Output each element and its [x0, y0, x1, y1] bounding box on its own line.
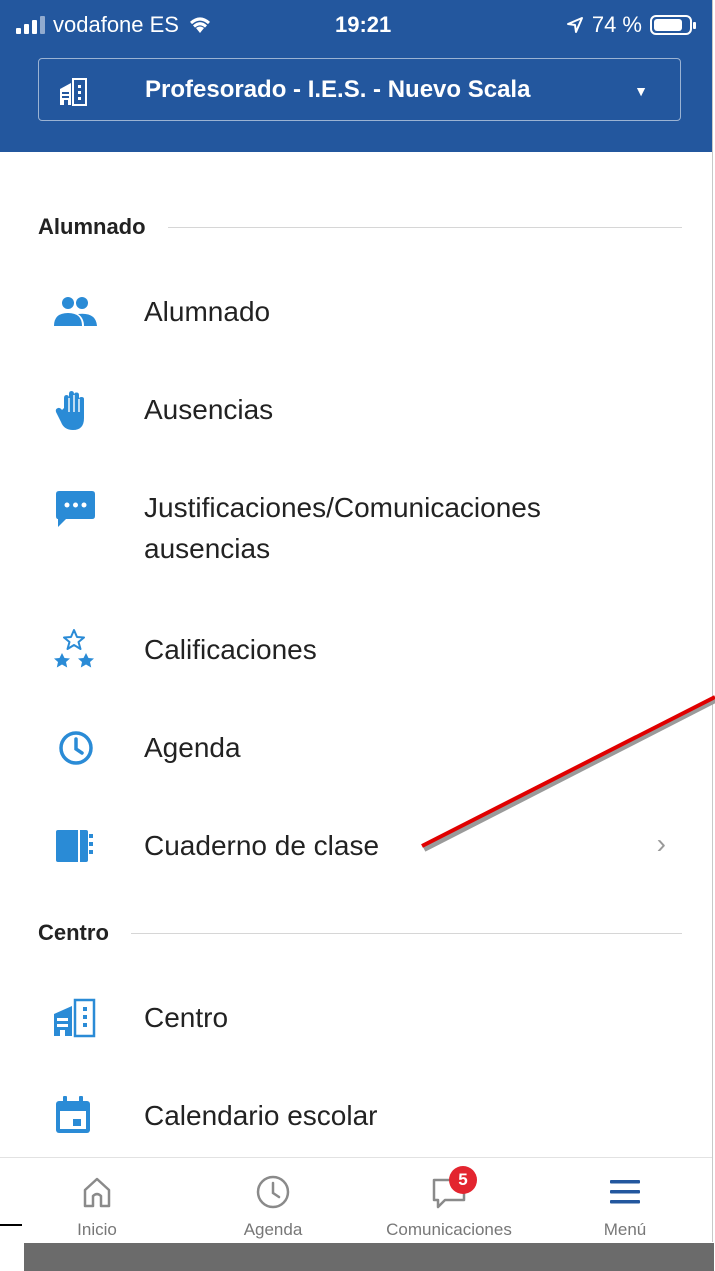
menu-item-alumnado[interactable]: Alumnado: [0, 288, 712, 336]
item-label: Cuaderno de clase: [144, 830, 380, 861]
wifi-icon: [189, 17, 210, 33]
item-label: Justificaciones/Comunicaciones: [144, 492, 541, 523]
menu-item-calendario[interactable]: Calendario escolar: [0, 1092, 712, 1140]
battery-percent: 74 %: [591, 12, 642, 37]
calendar-icon: [56, 1096, 90, 1133]
tab-label: Menú: [603, 1220, 647, 1239]
divider: [130, 932, 682, 934]
item-label: Calendario escolar: [144, 1100, 378, 1131]
building-icon: [54, 998, 96, 1038]
menu-item-agenda[interactable]: Agenda: [0, 724, 712, 772]
battery-icon: [650, 15, 696, 35]
divider: [167, 226, 682, 228]
carrier-name: vodafone ES: [53, 12, 179, 37]
tab-label: Comunicaciones: [386, 1220, 512, 1239]
header: vodafone ES 19:21 74 % Profesorado - I.E…: [0, 0, 712, 152]
caret-down-icon: ▼: [634, 83, 648, 99]
bottom-shadow-strip: [24, 1243, 714, 1271]
tab-menu[interactable]: Menú: [536, 1158, 712, 1242]
app-screen: vodafone ES 19:21 74 % Profesorado - I.E…: [0, 0, 713, 1242]
menu-item-cuaderno[interactable]: Cuaderno de clase ›: [0, 822, 712, 870]
menu-item-centro[interactable]: Centro: [0, 994, 712, 1042]
section-header-alumnado: Alumnado: [38, 212, 682, 242]
item-label: Alumnado: [144, 296, 271, 327]
menu-item-calificaciones[interactable]: Calificaciones: [0, 626, 712, 674]
chat-icon: 5: [429, 1166, 477, 1212]
selector-label: Profesorado - I.E.S. - Nuevo Scala: [145, 76, 531, 103]
users-icon: [54, 297, 97, 326]
tab-label: Agenda: [243, 1220, 303, 1239]
edge-mark: [0, 1224, 22, 1226]
tab-label: Inicio: [77, 1220, 117, 1239]
tab-comunicaciones[interactable]: 5 Comunicaciones: [360, 1158, 538, 1242]
status-bar: vodafone ES 19:21 74 %: [0, 0, 712, 50]
chat-bubble-icon: [56, 491, 95, 527]
item-label: Agenda: [144, 732, 241, 763]
section-title: Centro: [38, 920, 109, 945]
item-label: Calificaciones: [144, 634, 317, 665]
bottom-tab-bar: Inicio Agenda 5 Comunicaciones Menú: [0, 1157, 712, 1242]
notification-badge: 5: [449, 1166, 477, 1194]
item-label: Centro: [144, 1002, 229, 1033]
menu-item-justificaciones[interactable]: Justificaciones/Comunicaciones ausencias: [0, 486, 712, 574]
section-header-centro: Centro: [38, 918, 682, 948]
chevron-right-icon: ›: [656, 828, 666, 859]
home-icon: [83, 1177, 111, 1208]
tab-agenda[interactable]: Agenda: [184, 1158, 362, 1242]
section-title: Alumnado: [38, 214, 146, 239]
tab-inicio[interactable]: Inicio: [8, 1158, 186, 1242]
hand-icon: [55, 391, 84, 430]
menu-icon: [610, 1180, 640, 1204]
clock-icon: [59, 731, 93, 765]
notebook-icon: [56, 830, 93, 862]
item-label-line2: ausencias: [144, 533, 271, 564]
clock-time: 19:21: [335, 12, 392, 37]
stars-icon: [54, 629, 94, 668]
building-icon: [60, 78, 87, 106]
profile-selector[interactable]: Profesorado - I.E.S. - Nuevo Scala ▼: [38, 58, 681, 121]
item-label: Ausencias: [144, 394, 274, 425]
clock-icon: [256, 1175, 290, 1209]
location-arrow-icon: [566, 17, 583, 33]
menu-item-ausencias[interactable]: Ausencias: [0, 386, 712, 434]
signal-icon: [16, 16, 45, 34]
